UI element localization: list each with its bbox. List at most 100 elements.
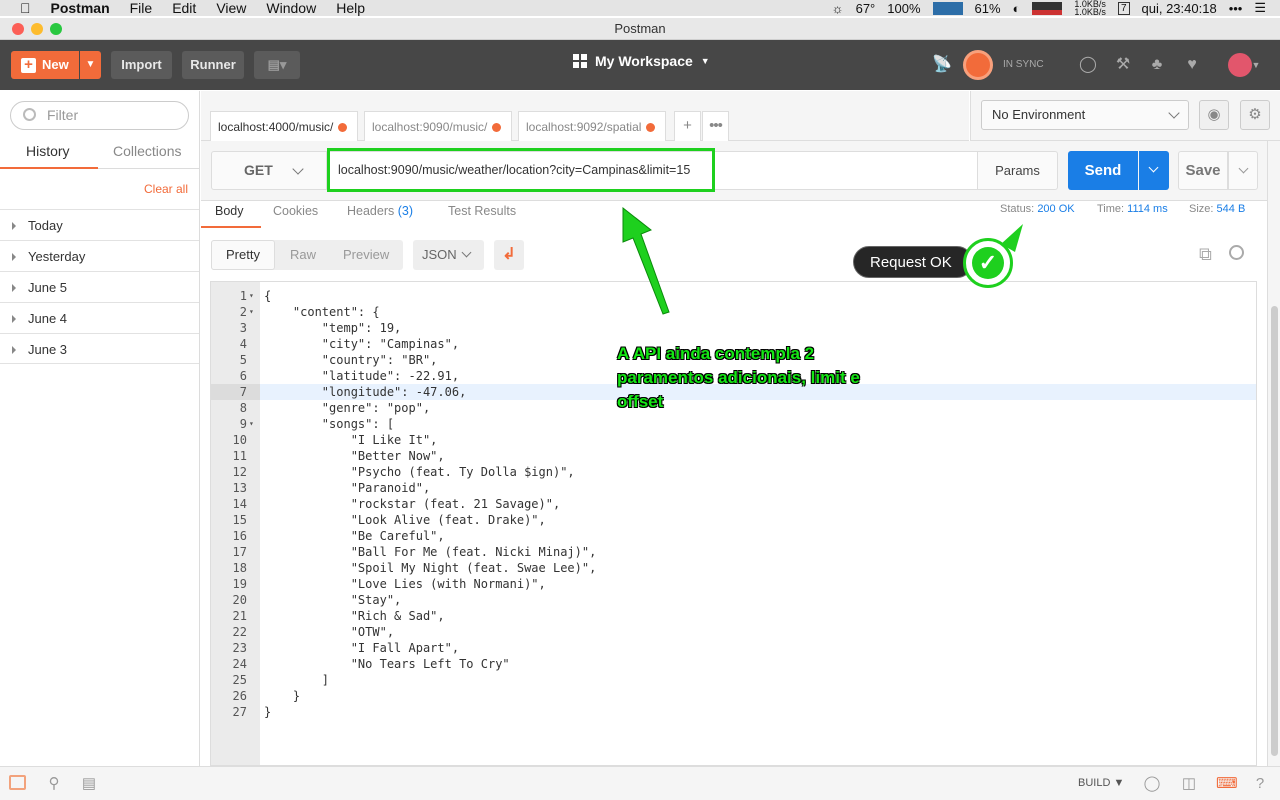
fold-toggle-icon[interactable]: ▾ xyxy=(249,288,254,304)
notification-list-icon[interactable]: ☰ xyxy=(1254,0,1266,16)
code-line: 17 "Ball For Me (feat. Nicki Minaj)", xyxy=(211,544,1256,560)
tab-cookies[interactable]: Cookies xyxy=(273,204,318,218)
bell-icon[interactable]: ♣ xyxy=(1147,55,1167,75)
send-button[interactable]: Send xyxy=(1068,151,1138,190)
format-select[interactable]: JSON xyxy=(413,240,484,270)
scrollbar-thumb[interactable] xyxy=(1271,306,1278,756)
window-title: Postman xyxy=(614,21,666,36)
mode-pretty[interactable]: Pretty xyxy=(226,247,260,262)
history-group-june-4[interactable]: June 4 xyxy=(0,302,199,333)
history-group-today[interactable]: Today xyxy=(0,209,199,240)
filter-input[interactable]: Filter xyxy=(10,101,189,130)
tab-collections[interactable]: Collections xyxy=(113,143,181,163)
heart-icon[interactable]: ♥ xyxy=(1182,55,1202,75)
manage-environments-button[interactable]: ⚙ xyxy=(1240,100,1270,130)
params-button[interactable]: Params xyxy=(977,151,1058,190)
wrench-icon[interactable]: ⚒ xyxy=(1113,55,1133,75)
interceptor-icon[interactable]: ◯ xyxy=(1078,55,1098,75)
keyboard-icon[interactable]: ⌨ xyxy=(1216,775,1238,793)
method-select[interactable]: GET xyxy=(211,151,327,190)
tab-body[interactable]: Body xyxy=(215,204,244,218)
chevron-down-icon xyxy=(1148,162,1159,173)
runner-button[interactable]: Runner xyxy=(182,51,244,79)
new-button[interactable]: + New xyxy=(11,51,79,79)
tab-options-button[interactable]: ••• xyxy=(702,111,729,141)
menu-file[interactable]: File xyxy=(130,0,153,16)
battery-label[interactable]: 100% xyxy=(887,1,920,16)
network-speed[interactable]: 1.0KB/s 1.0KB/s xyxy=(1074,0,1106,17)
calendar-icon[interactable]: 7 xyxy=(1117,1,1130,15)
history-group-label: June 3 xyxy=(28,342,68,357)
save-button[interactable]: Save xyxy=(1178,151,1228,190)
apple-icon[interactable]:  xyxy=(20,0,31,16)
minimize-window-button[interactable] xyxy=(31,23,43,35)
caret-down-icon[interactable]: ▼ xyxy=(1250,55,1262,75)
new-window-button[interactable]: ▤▾ xyxy=(254,51,300,79)
mode-raw[interactable]: Raw xyxy=(290,247,316,262)
search-icon[interactable] xyxy=(1229,245,1244,260)
clock[interactable]: qui, 23:40:18 xyxy=(1142,1,1217,16)
sync-icon[interactable] xyxy=(963,50,993,80)
zoom-window-button[interactable] xyxy=(50,23,62,35)
history-group-june-5[interactable]: June 5 xyxy=(0,271,199,302)
build-menu[interactable]: BUILD ▼ xyxy=(1078,777,1124,789)
clear-all-link[interactable]: Clear all xyxy=(144,182,188,196)
add-tab-button[interactable]: + xyxy=(674,111,701,141)
code-text: "country": "BR", xyxy=(264,353,438,367)
menu-edit[interactable]: Edit xyxy=(172,0,196,16)
memory-graph-icon[interactable] xyxy=(1032,1,1063,15)
request-tab-2[interactable]: localhost:9090/music/ xyxy=(364,111,512,141)
workspace-label: My Workspace xyxy=(595,53,693,69)
menu-view[interactable]: View xyxy=(216,0,246,16)
cpu-graph-icon[interactable] xyxy=(932,1,963,15)
history-group-june-3[interactable]: June 3 xyxy=(0,333,199,364)
code-line: 27} xyxy=(211,704,1256,720)
save-dropdown-button[interactable] xyxy=(1228,151,1258,190)
fold-toggle-icon[interactable]: ▾ xyxy=(249,416,254,432)
line-number: 14 xyxy=(232,497,247,511)
close-window-button[interactable] xyxy=(12,23,24,35)
line-number: 8 xyxy=(239,401,247,415)
line-number: 12 xyxy=(232,465,247,479)
sidebar-toggle-icon[interactable] xyxy=(9,775,26,790)
lightbulb-icon[interactable]: ◯ xyxy=(1143,775,1161,793)
avatar[interactable] xyxy=(1228,53,1252,77)
tab-history[interactable]: History xyxy=(26,143,70,163)
format-label: JSON xyxy=(422,247,457,262)
menu-help[interactable]: Help xyxy=(336,0,365,16)
vpn-icon[interactable]: ◐ xyxy=(1013,1,1021,16)
code-line: 12 "Psycho (feat. Ty Dolla $ign)", xyxy=(211,464,1256,480)
help-icon[interactable]: ? xyxy=(1251,775,1269,793)
mode-preview[interactable]: Preview xyxy=(343,247,389,262)
weather-icon[interactable]: ☼ xyxy=(832,1,844,16)
send-dropdown-button[interactable] xyxy=(1139,151,1169,190)
scrollbar[interactable] xyxy=(1267,141,1280,766)
request-tab-1[interactable]: localhost:4000/music/ xyxy=(210,111,358,141)
line-number: 20 xyxy=(232,593,247,607)
more-icon[interactable]: ••• xyxy=(1229,1,1243,16)
history-group-yesterday[interactable]: Yesterday xyxy=(0,240,199,271)
caret-right-icon xyxy=(12,222,16,230)
code-text: } xyxy=(264,705,272,719)
menu-window[interactable]: Window xyxy=(266,0,316,16)
tab-test-results[interactable]: Test Results xyxy=(448,204,516,218)
wrap-lines-button[interactable]: ↲ xyxy=(494,240,524,270)
caret-right-icon xyxy=(12,253,16,261)
caret-down-icon: ▼ xyxy=(1113,777,1125,789)
satellite-icon[interactable]: 📡 xyxy=(932,55,952,75)
workspace-selector[interactable]: My Workspace ▼ xyxy=(573,53,710,69)
two-pane-icon[interactable]: ◫ xyxy=(1180,775,1198,793)
search-icon[interactable]: ⚲ xyxy=(45,775,63,793)
new-dropdown-button[interactable]: ▼ xyxy=(80,51,101,79)
cpu-label[interactable]: 61% xyxy=(975,1,1001,16)
tab-headers[interactable]: Headers (3) xyxy=(347,204,413,218)
environment-select[interactable]: No Environment xyxy=(981,100,1189,130)
import-button[interactable]: Import xyxy=(111,51,172,79)
request-tab-label: localhost:4000/music/ xyxy=(218,120,334,134)
fold-toggle-icon[interactable]: ▾ xyxy=(249,304,254,320)
request-tab-3[interactable]: localhost:9092/spatial xyxy=(518,111,666,141)
console-icon[interactable]: ▤ xyxy=(80,775,98,793)
environment-quick-look-button[interactable]: ◉ xyxy=(1199,100,1229,130)
copy-icon[interactable]: ⧉ xyxy=(1199,244,1212,265)
menu-app-name[interactable]: Postman xyxy=(51,0,110,16)
